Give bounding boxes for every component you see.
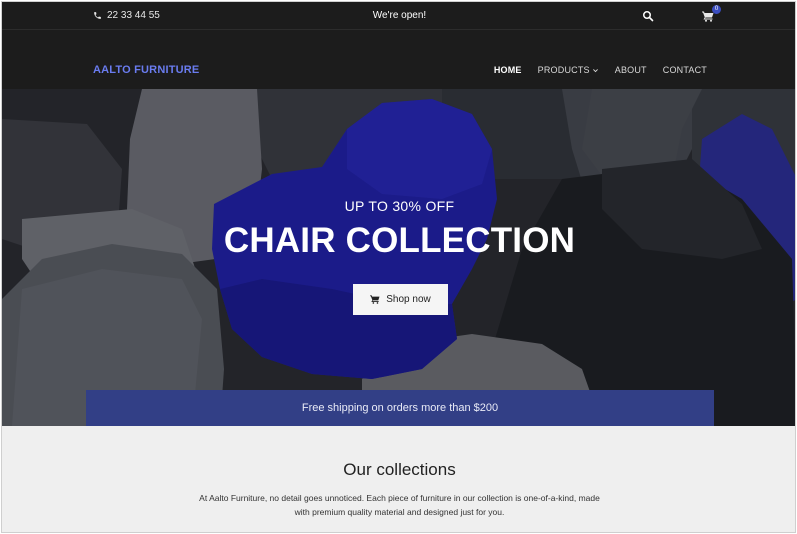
chevron-down-icon [592, 68, 598, 72]
nav-products[interactable]: PRODUCTS [538, 65, 599, 75]
search-icon [643, 11, 654, 22]
nav-home[interactable]: HOME [494, 65, 522, 75]
open-status: We're open! [372, 10, 427, 21]
shop-now-label: Shop now [386, 294, 431, 305]
brand-logo[interactable]: AALTO FURNITURE [93, 64, 199, 76]
nav-about-label: ABOUT [614, 65, 647, 75]
collections-section: Our collections At Aalto Furniture, no d… [2, 426, 795, 532]
shop-now-button[interactable]: Shop now [353, 284, 448, 315]
collections-description: At Aalto Furniture, no detail goes unnot… [199, 493, 600, 517]
nav-about[interactable]: ABOUT [615, 65, 647, 75]
hero-banner: UP TO 30% OFF CHAIR COLLECTION Shop now … [2, 89, 795, 426]
collections-title: Our collections [343, 460, 456, 479]
nav-products-label: PRODUCTS [537, 65, 590, 75]
nav-home-label: HOME [493, 65, 522, 75]
free-shipping-banner: Free shipping on orders more than $200 [86, 390, 714, 426]
cart-button[interactable]: 0 [702, 5, 722, 24]
search-button[interactable] [642, 9, 656, 23]
cart-count-badge: 0 [712, 5, 721, 14]
nav-contact[interactable]: CONTACT [663, 65, 707, 75]
cart-icon [702, 11, 714, 22]
hero-subtitle: UP TO 30% OFF [344, 198, 455, 214]
page-frame: 22 33 44 55 We're open! 0 AALTO FURNITUR… [1, 1, 796, 533]
main-menu: HOME PRODUCTS ABOUT CONTACT [494, 65, 707, 75]
cart-icon [370, 295, 380, 304]
nav-contact-label: CONTACT [662, 65, 707, 75]
top-bar: 22 33 44 55 We're open! 0 [2, 2, 795, 30]
main-navbar: AALTO FURNITURE HOME PRODUCTS ABOUT CONT… [2, 30, 795, 89]
hero-title: CHAIR COLLECTION [223, 221, 576, 260]
